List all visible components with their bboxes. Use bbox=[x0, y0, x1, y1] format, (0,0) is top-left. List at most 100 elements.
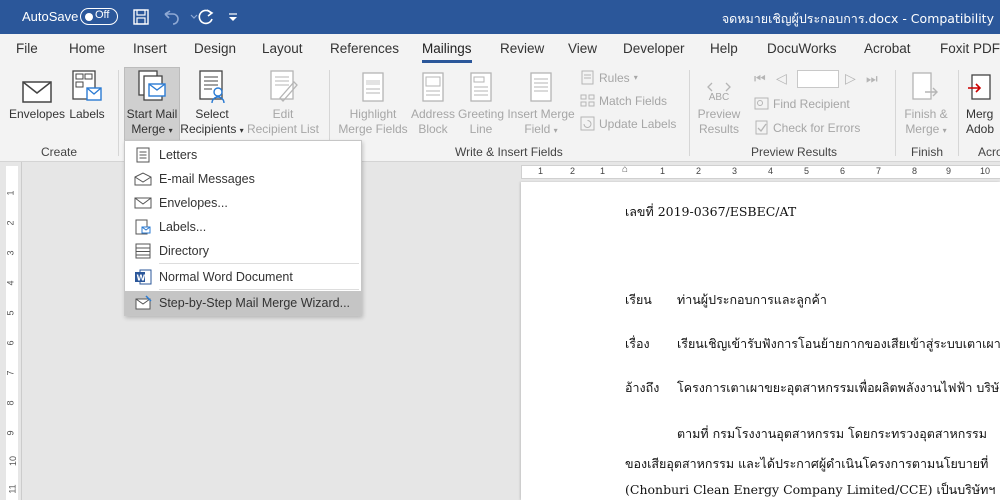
menu-item-label: E-mail Messages bbox=[159, 172, 255, 186]
check-errors-button[interactable]: Check for Errors bbox=[754, 120, 860, 135]
abc-text: ABC bbox=[708, 92, 730, 103]
start-mail-merge-menu: Letters E-mail Messages Envelopes... Lab… bbox=[124, 140, 362, 316]
adobe-pdf-icon bbox=[966, 68, 1000, 104]
envelope-icon bbox=[129, 197, 157, 209]
check-errors-icon bbox=[755, 120, 768, 135]
ruler-number: 1 bbox=[538, 166, 544, 176]
menu-item-normal-word-document[interactable]: W Normal Word Document bbox=[125, 265, 361, 289]
tab-developer[interactable]: Developer bbox=[623, 41, 685, 56]
tab-help[interactable]: Help bbox=[710, 41, 738, 56]
document-reference-number: เลขที่ 2019-0367/ESBEC/AT bbox=[625, 204, 797, 219]
separator bbox=[689, 70, 690, 156]
first-record-icon[interactable]: ⏮ bbox=[754, 71, 766, 87]
tab-mailings[interactable]: Mailings bbox=[422, 41, 472, 63]
edit-recipient-list-button[interactable]: Edit Recipient List bbox=[246, 68, 320, 137]
ruler-number: 5 bbox=[5, 310, 16, 316]
document-title: จดหมายเชิญผู้ประกอบการ.docx - Compatibil… bbox=[721, 11, 994, 26]
tab-foxit-pdf[interactable]: Foxit PDF bbox=[940, 41, 1000, 56]
tab-view[interactable]: View bbox=[568, 41, 597, 56]
address-block-button[interactable]: Address Block bbox=[410, 68, 456, 137]
envelopes-button[interactable]: Envelopes bbox=[8, 68, 66, 122]
menu-item-email-messages[interactable]: E-mail Messages bbox=[125, 167, 361, 191]
highlight-merge-fields-button[interactable]: Highlight Merge Fields bbox=[336, 68, 410, 137]
merge-to-adobe-pdf-button[interactable]: Merg Adob bbox=[966, 68, 1000, 137]
tab-review[interactable]: Review bbox=[500, 41, 544, 56]
match-fields-button[interactable]: Match Fields bbox=[580, 93, 667, 108]
subject-text: เรียนเชิญเข้ารับฟังการโอนย้ายกากของเสียเ… bbox=[677, 336, 1000, 351]
start-mail-merge-label-2: Merge ▾ bbox=[131, 122, 173, 136]
menu-item-label: Letters bbox=[159, 148, 198, 162]
find-recipient-button[interactable]: Find Recipient bbox=[754, 96, 850, 111]
edit-recipient-list-label-2: Recipient List bbox=[246, 122, 320, 136]
ruler-number: 7 bbox=[876, 166, 882, 176]
start-mail-merge-button[interactable]: Start Mail Merge ▾ bbox=[124, 67, 180, 141]
indent-marker-icon[interactable]: ⌂ bbox=[622, 164, 628, 175]
finish-merge-label-2: Merge ▾ bbox=[905, 122, 947, 136]
subject-label: เรื่อง bbox=[625, 336, 650, 351]
menu-item-envelopes[interactable]: Envelopes... bbox=[125, 191, 361, 215]
tab-design[interactable]: Design bbox=[194, 41, 236, 56]
autosave-toggle[interactable]: Off bbox=[80, 8, 118, 25]
svg-text:W: W bbox=[137, 273, 146, 282]
reference-label: อ้างถึง bbox=[625, 380, 660, 395]
vertical-ruler-strip bbox=[6, 166, 18, 500]
customize-toolbar-icon[interactable] bbox=[222, 6, 244, 28]
update-labels-label: Update Labels bbox=[599, 116, 677, 131]
tab-layout[interactable]: Layout bbox=[262, 41, 303, 56]
ruler-number: 6 bbox=[5, 340, 16, 346]
labels-icon bbox=[129, 219, 157, 235]
menu-item-label: Step-by-Step Mail Merge Wizard... bbox=[159, 296, 351, 310]
toggle-dot bbox=[85, 12, 93, 21]
ruler-number: 1 bbox=[600, 166, 606, 176]
address-block-label-1: Address bbox=[410, 107, 456, 121]
menu-item-letters[interactable]: Letters bbox=[125, 143, 361, 167]
ruler-number: 3 bbox=[732, 166, 738, 176]
insert-merge-field-label-1: Insert Merge bbox=[507, 107, 575, 121]
edit-recipient-list-label-1: Edit bbox=[272, 107, 294, 121]
save-icon[interactable] bbox=[130, 6, 152, 28]
insert-merge-field-icon bbox=[506, 68, 576, 104]
rules-button[interactable]: Rules ▾ bbox=[580, 70, 638, 85]
menu-item-labels[interactable]: Labels... bbox=[125, 215, 361, 239]
preview-results-button[interactable]: ABC Preview Results bbox=[694, 68, 744, 137]
greeting-line-label-2: Line bbox=[469, 122, 493, 136]
tab-insert[interactable]: Insert bbox=[133, 41, 167, 56]
body-paragraph-line-1: ตามที่ กรมโรงงานอุตสาหกรรม โดยกระทรวงอุต… bbox=[677, 426, 988, 441]
chevron-down-icon: ▾ bbox=[553, 126, 558, 135]
greeting-line-button[interactable]: Greeting Line bbox=[457, 68, 505, 137]
highlight-label-2: Merge Fields bbox=[338, 122, 408, 136]
ruler-number: 3 bbox=[5, 250, 16, 256]
menu-item-label: Labels... bbox=[159, 220, 207, 234]
previous-record-icon[interactable]: ◁ bbox=[776, 70, 787, 87]
tab-references[interactable]: References bbox=[330, 41, 399, 56]
next-record-icon[interactable]: ▷ bbox=[845, 70, 856, 87]
select-recipients-icon bbox=[180, 68, 244, 104]
tab-home[interactable]: Home bbox=[69, 41, 105, 56]
preview-results-group-label: Preview Results bbox=[751, 145, 838, 159]
tab-docuworks[interactable]: DocuWorks bbox=[767, 41, 837, 56]
body-paragraph-line-2: ของเสียอุตสาหกรรม และได้ประกาศผู้ดำเนินโ… bbox=[625, 456, 989, 471]
tab-file[interactable]: File bbox=[16, 41, 38, 56]
document-page[interactable]: เลขที่ 2019-0367/ESBEC/AT เรียน ท่านผู้ป… bbox=[521, 182, 1000, 500]
autosave-state: Off bbox=[95, 9, 110, 21]
ruler-number: 4 bbox=[768, 166, 774, 176]
undo-icon[interactable] bbox=[160, 6, 182, 28]
record-number-input[interactable] bbox=[797, 70, 839, 88]
redo-icon[interactable] bbox=[195, 6, 217, 28]
chevron-down-icon: ▾ bbox=[633, 73, 638, 82]
address-block-icon bbox=[410, 68, 456, 104]
last-record-icon[interactable]: ⏭ bbox=[866, 71, 878, 87]
select-recipients-button[interactable]: Select Recipients ▾ bbox=[180, 68, 244, 138]
insert-merge-field-button[interactable]: Insert Merge Field ▾ bbox=[506, 68, 576, 138]
menu-separator bbox=[159, 289, 359, 290]
ruler-number: 11 bbox=[7, 484, 18, 494]
update-labels-button[interactable]: Update Labels bbox=[580, 116, 676, 131]
finish-merge-button[interactable]: Finish & Merge ▾ bbox=[900, 68, 952, 138]
menu-item-step-by-step-wizard[interactable]: Step-by-Step Mail Merge Wizard... bbox=[125, 291, 361, 315]
menu-item-directory[interactable]: Directory bbox=[125, 239, 361, 263]
labels-button[interactable]: Labels bbox=[66, 68, 108, 122]
tab-acrobat[interactable]: Acrobat bbox=[864, 41, 911, 56]
ruler-number: 2 bbox=[5, 220, 16, 226]
chevron-down-icon: ▾ bbox=[942, 126, 947, 135]
ruler-number: 5 bbox=[804, 166, 810, 176]
